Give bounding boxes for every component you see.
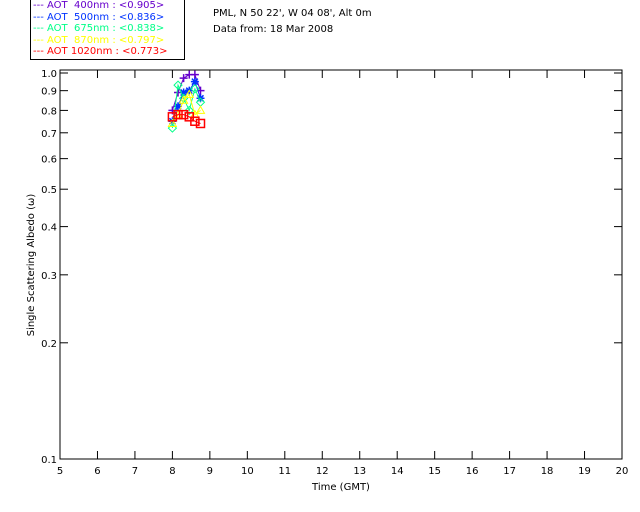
x-tick-label: 5 xyxy=(57,466,63,477)
plot-area: 5 6 7 8 9 10 11 12 13 14 15 16 17 18 19 20 0.1 0.2 0.3 0.4 0… xyxy=(26,69,629,493)
x-tick-label: 6 xyxy=(94,466,100,477)
x-tick-label: 8 xyxy=(169,466,175,477)
x-tick-label: 7 xyxy=(132,466,138,477)
x-tick-label: 17 xyxy=(503,466,516,477)
y-tick-label: 0.4 xyxy=(41,223,57,234)
y-tick-label: 0.8 xyxy=(41,106,57,117)
data-point xyxy=(190,70,199,79)
x-tick-label: 11 xyxy=(278,466,291,477)
date-text: Data from: 18 Mar 2008 xyxy=(213,24,334,35)
y-tick-label: 0.3 xyxy=(41,271,57,282)
legend-entry: --- AOT 870nm : <0.797> xyxy=(33,34,165,46)
plot-frame xyxy=(59,69,623,460)
x-tick-label: 16 xyxy=(466,466,479,477)
y-axis-label: Single Scattering Albedo (ω) xyxy=(26,194,37,337)
x-tick-label: 19 xyxy=(578,466,591,477)
legend-entry: --- AOT 400nm : <0.905> xyxy=(33,0,165,11)
legend-entry: --- AOT 500nm : <0.836> xyxy=(33,11,165,23)
legend: --- AOT 400nm : <0.905> --- AOT 500nm : <… xyxy=(30,0,185,60)
y-tick-label: 0.7 xyxy=(41,129,57,140)
x-axis-label: Time (GMT) xyxy=(311,482,370,493)
chart: 5 6 7 8 9 10 11 12 13 14 15 16 17 18 19 20 0.1 0.2 0.3 0.4 0… xyxy=(0,0,640,512)
x-tick-label: 9 xyxy=(207,466,213,477)
legend-entry: --- AOT 1020nm : <0.773> xyxy=(33,46,168,58)
y-tick-label: 0.6 xyxy=(41,155,57,166)
x-tick-label: 13 xyxy=(353,466,366,477)
location-text: PML, N 50 22', W 04 08', Alt 0m xyxy=(213,8,372,19)
y-tick-label: 0.1 xyxy=(41,455,57,466)
y-tick-label: 0.2 xyxy=(41,339,57,350)
y-tick-label: 0.5 xyxy=(41,185,57,196)
y-tick-label: 0.9 xyxy=(41,87,57,98)
info-block: PML, N 50 22', W 04 08', Alt 0m Data fro… xyxy=(213,6,372,38)
x-tick-label: 15 xyxy=(428,466,441,477)
x-tick-label: 12 xyxy=(316,466,329,477)
x-tick-label: 20 xyxy=(616,466,629,477)
y-tick-label: 1.0 xyxy=(41,69,57,80)
x-tick-label: 10 xyxy=(241,466,254,477)
legend-entry: --- AOT 675nm : <0.838> xyxy=(33,23,165,35)
x-tick-label: 14 xyxy=(391,466,404,477)
x-tick-label: 18 xyxy=(541,466,554,477)
